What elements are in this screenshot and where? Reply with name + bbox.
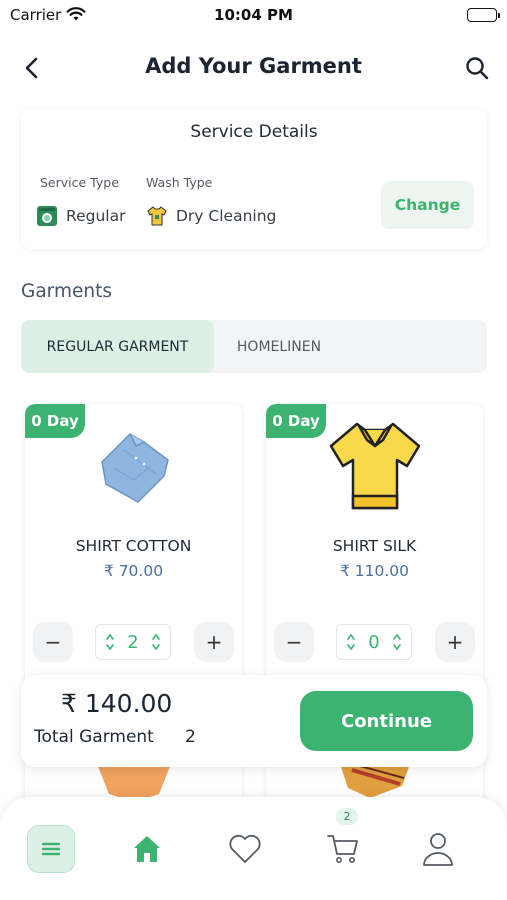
increase-qty-button[interactable]: + — [194, 622, 234, 662]
home-icon[interactable] — [123, 825, 171, 873]
stepper-arrows-icon — [392, 633, 401, 651]
service-details-card: Service Details Service Type Regular Was… — [21, 109, 487, 249]
service-type-value: Regular — [36, 205, 125, 227]
service-type-label: Service Type — [40, 175, 119, 190]
garment-price: ₹ 70.00 — [103, 562, 164, 580]
continue-button[interactable]: Continue — [300, 691, 473, 751]
service-details-title: Service Details — [190, 122, 318, 142]
quantity-stepper[interactable]: 0 — [336, 624, 412, 660]
menu-icon[interactable] — [27, 825, 75, 873]
clock-time: 10:04 PM — [214, 6, 293, 24]
garment-tabs: REGULAR GARMENT HOMELINEN — [21, 320, 487, 373]
heart-icon[interactable] — [221, 825, 269, 873]
order-summary-bar: ₹ 140.00 Total Garment 2 Continue — [21, 675, 487, 767]
decrease-qty-button[interactable]: − — [274, 622, 314, 662]
cart-count-badge: 2 — [336, 808, 358, 825]
search-icon[interactable] — [463, 54, 491, 82]
bottom-nav: 2 — [0, 797, 507, 900]
tab-regular-garment[interactable]: REGULAR GARMENT — [21, 320, 214, 373]
tab-homelinen[interactable]: HOMELINEN — [214, 320, 344, 373]
blue-shirt-icon — [100, 433, 169, 503]
nav-bar: Add Your Garment — [0, 44, 507, 90]
decrease-qty-button[interactable]: − — [33, 622, 73, 662]
wash-type-value: Dry Cleaning — [146, 205, 276, 227]
battery-icon — [467, 8, 500, 22]
dry-cleaning-shirt-icon — [147, 206, 167, 226]
profile-icon[interactable] — [414, 825, 462, 873]
stepper-arrows-icon — [106, 633, 115, 651]
wash-type-text: Dry Cleaning — [176, 207, 277, 225]
page-title: Add Your Garment — [145, 54, 362, 78]
change-service-button[interactable]: Change — [381, 181, 474, 229]
service-type-text: Regular — [66, 207, 126, 225]
turnaround-badge: 0 Day — [266, 404, 326, 438]
status-bar: Carrier 10:04 PM — [0, 0, 507, 32]
garment-price: ₹ 110.00 — [339, 562, 410, 580]
quantity-value: 0 — [368, 631, 380, 653]
yellow-tshirt-icon — [329, 422, 420, 510]
turnaround-badge: 0 Day — [25, 404, 85, 438]
quantity-value: 2 — [127, 631, 139, 653]
total-garment-count: 2 — [185, 727, 196, 747]
garments-section-title: Garments — [21, 281, 112, 302]
total-amount: ₹ 140.00 — [61, 689, 173, 718]
cart-icon[interactable] — [319, 825, 367, 873]
stepper-arrows-icon — [151, 633, 160, 651]
total-garment-label: Total Garment — [34, 727, 154, 747]
garment-name: SHIRT SILK — [332, 537, 417, 555]
garment-name: SHIRT COTTON — [75, 537, 192, 555]
wash-type-label: Wash Type — [146, 175, 213, 190]
washing-machine-icon — [37, 206, 57, 226]
increase-qty-button[interactable]: + — [435, 622, 475, 662]
quantity-stepper[interactable]: 2 — [95, 624, 171, 660]
stepper-arrows-icon — [347, 633, 356, 651]
